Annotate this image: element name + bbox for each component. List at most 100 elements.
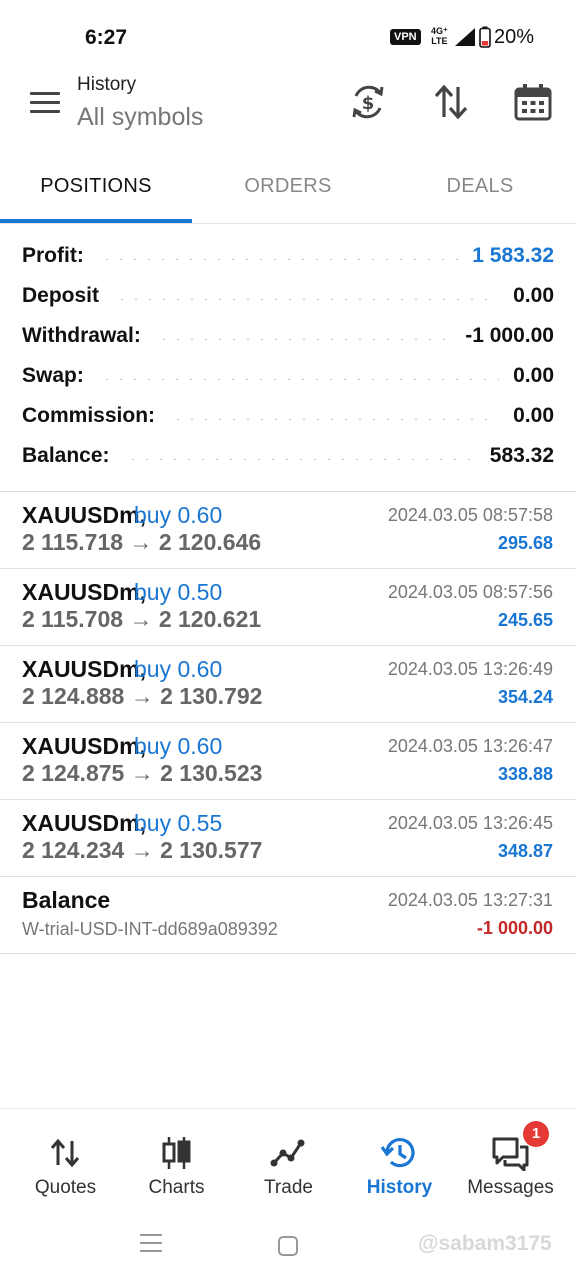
deal-profit: 338.88 bbox=[497, 764, 553, 784]
summary-withdrawal-row: Withdrawal: -1 000.00 bbox=[22, 316, 554, 356]
network-type-icon: 4G⁺ LTE bbox=[431, 26, 448, 46]
dotted-leader bbox=[115, 298, 500, 300]
dotted-leader bbox=[99, 378, 500, 380]
active-tab-indicator bbox=[0, 219, 192, 223]
summary-value: 0.00 bbox=[513, 364, 554, 387]
dotted-leader bbox=[99, 258, 459, 260]
deal-side: buy 0.60 bbox=[134, 733, 223, 759]
messages-icon bbox=[492, 1137, 529, 1171]
deal-side: buy 0.50 bbox=[134, 579, 223, 605]
tab-positions[interactable]: POSITIONS bbox=[0, 150, 192, 222]
dotted-leader bbox=[171, 418, 500, 420]
deal-time: 2024.03.05 13:26:47 bbox=[387, 736, 553, 756]
deal-profit: 348.87 bbox=[497, 841, 553, 861]
list-item[interactable]: XAUUSDm, buy 0.50 2 115.708 → 2 120.621 … bbox=[0, 569, 576, 646]
summary-commission-row: Commission: 0.00 bbox=[22, 396, 554, 436]
summary-label: Balance: bbox=[22, 444, 110, 467]
summary-balance-row: Balance: 583.32 bbox=[22, 436, 554, 476]
balance-comment: W-trial-USD-INT-dd689a089392 bbox=[22, 919, 278, 939]
deal-prices: 2 124.888 → 2 130.792 bbox=[22, 683, 263, 709]
home-button[interactable] bbox=[278, 1236, 298, 1256]
menu-icon[interactable] bbox=[30, 92, 60, 114]
charts-icon bbox=[162, 1137, 191, 1169]
history-icon bbox=[380, 1138, 415, 1168]
summary-label: Commission: bbox=[22, 404, 156, 427]
nav-label: Quotes bbox=[34, 1177, 97, 1198]
deal-symbol: XAUUSDm, bbox=[22, 502, 146, 528]
nav-label: History bbox=[366, 1177, 433, 1198]
messages-badge: 1 bbox=[523, 1121, 549, 1147]
deal-side: buy 0.55 bbox=[134, 810, 223, 836]
summary-value: 1 583.32 bbox=[472, 244, 554, 267]
balance-title: Balance bbox=[22, 887, 111, 913]
currency-refresh-icon[interactable]: $ bbox=[348, 82, 388, 122]
watermark: @sabam3175 bbox=[418, 1232, 552, 1255]
balance-amount: -1 000.00 bbox=[476, 918, 553, 938]
list-item[interactable]: XAUUSDm, buy 0.60 2 124.888 → 2 130.792 … bbox=[0, 646, 576, 723]
summary-profit-row: Profit: 1 583.32 bbox=[22, 236, 554, 276]
nav-label: Trade bbox=[264, 1177, 313, 1198]
dotted-leader bbox=[125, 458, 476, 460]
nav-label: Messages bbox=[467, 1177, 554, 1198]
list-item[interactable]: XAUUSDm, buy 0.60 2 115.718 → 2 120.646 … bbox=[0, 492, 576, 569]
recents-button[interactable] bbox=[140, 1234, 162, 1256]
nav-trade[interactable]: Trade bbox=[231, 1109, 346, 1213]
network-top-label: 4G⁺ bbox=[431, 26, 448, 36]
deal-prices: 2 124.234 → 2 130.577 bbox=[22, 837, 263, 863]
summary-value: 0.00 bbox=[513, 404, 554, 427]
vpn-badge: VPN bbox=[390, 29, 421, 45]
nav-quotes[interactable]: Quotes bbox=[8, 1109, 123, 1213]
summary-label: Swap: bbox=[22, 364, 84, 387]
deal-time: 2024.03.05 08:57:56 bbox=[387, 582, 553, 602]
signal-icon bbox=[455, 28, 475, 46]
deal-symbol: XAUUSDm, bbox=[22, 656, 146, 682]
history-tabs: POSITIONS ORDERS DEALS bbox=[0, 150, 576, 224]
deal-profit: 354.24 bbox=[497, 687, 553, 707]
summary-label: Deposit bbox=[22, 284, 100, 307]
balance-list-item[interactable]: Balance W-trial-USD-INT-dd689a089392 202… bbox=[0, 877, 576, 954]
deal-prices: 2 115.718 → 2 120.646 bbox=[22, 529, 262, 555]
tab-deals[interactable]: DEALS bbox=[384, 150, 576, 222]
deal-symbol: XAUUSDm, bbox=[22, 579, 146, 605]
deal-side: buy 0.60 bbox=[134, 502, 223, 528]
symbol-filter[interactable]: All symbols bbox=[77, 103, 203, 132]
status-bar: 6:27 VPN 4G⁺ LTE 20% bbox=[0, 0, 576, 72]
summary-value: -1 000.00 bbox=[465, 324, 554, 347]
deal-time: 2024.03.05 13:26:49 bbox=[387, 659, 553, 679]
deal-side: buy 0.60 bbox=[134, 656, 223, 682]
status-time: 6:27 bbox=[85, 26, 128, 49]
network-bottom-label: LTE bbox=[431, 36, 448, 46]
summary-value: 0.00 bbox=[513, 284, 554, 307]
deal-time: 2024.03.05 13:27:31 bbox=[387, 890, 553, 910]
nav-label: Charts bbox=[148, 1177, 205, 1198]
svg-text:$: $ bbox=[362, 93, 375, 114]
tab-orders[interactable]: ORDERS bbox=[192, 150, 384, 222]
list-item[interactable]: XAUUSDm, buy 0.60 2 124.875 → 2 130.523 … bbox=[0, 723, 576, 800]
deal-symbol: XAUUSDm, bbox=[22, 733, 146, 759]
deal-prices: 2 115.708 → 2 120.621 bbox=[22, 606, 262, 632]
list-item[interactable]: XAUUSDm, buy 0.55 2 124.234 → 2 130.577 … bbox=[0, 800, 576, 877]
deal-time: 2024.03.05 08:57:58 bbox=[387, 505, 553, 525]
nav-messages[interactable]: 1 Messages bbox=[453, 1109, 568, 1213]
deal-profit: 245.65 bbox=[497, 610, 553, 630]
battery-icon bbox=[479, 26, 491, 48]
summary-value: 583.32 bbox=[489, 444, 554, 467]
summary-label: Profit: bbox=[22, 244, 84, 267]
bottom-navigation: Quotes Charts Trade History 1 Messages bbox=[0, 1108, 576, 1212]
deal-profit: 295.68 bbox=[497, 533, 553, 553]
account-summary: Profit: 1 583.32 Deposit 0.00 Withdrawal… bbox=[22, 236, 554, 476]
quotes-icon bbox=[50, 1138, 80, 1168]
nav-history[interactable]: History bbox=[342, 1109, 457, 1213]
nav-charts[interactable]: Charts bbox=[119, 1109, 234, 1213]
summary-swap-row: Swap: 0.00 bbox=[22, 356, 554, 396]
calendar-icon[interactable] bbox=[513, 82, 553, 122]
page-title: History bbox=[77, 74, 137, 95]
deal-time: 2024.03.05 13:26:45 bbox=[387, 813, 553, 833]
sort-icon[interactable] bbox=[431, 82, 471, 122]
deal-prices: 2 124.875 → 2 130.523 bbox=[22, 760, 263, 786]
battery-percent: 20% bbox=[494, 26, 535, 48]
dotted-leader bbox=[156, 338, 452, 340]
summary-label: Withdrawal: bbox=[22, 324, 141, 347]
trade-icon bbox=[270, 1139, 305, 1167]
deal-symbol: XAUUSDm, bbox=[22, 810, 146, 836]
